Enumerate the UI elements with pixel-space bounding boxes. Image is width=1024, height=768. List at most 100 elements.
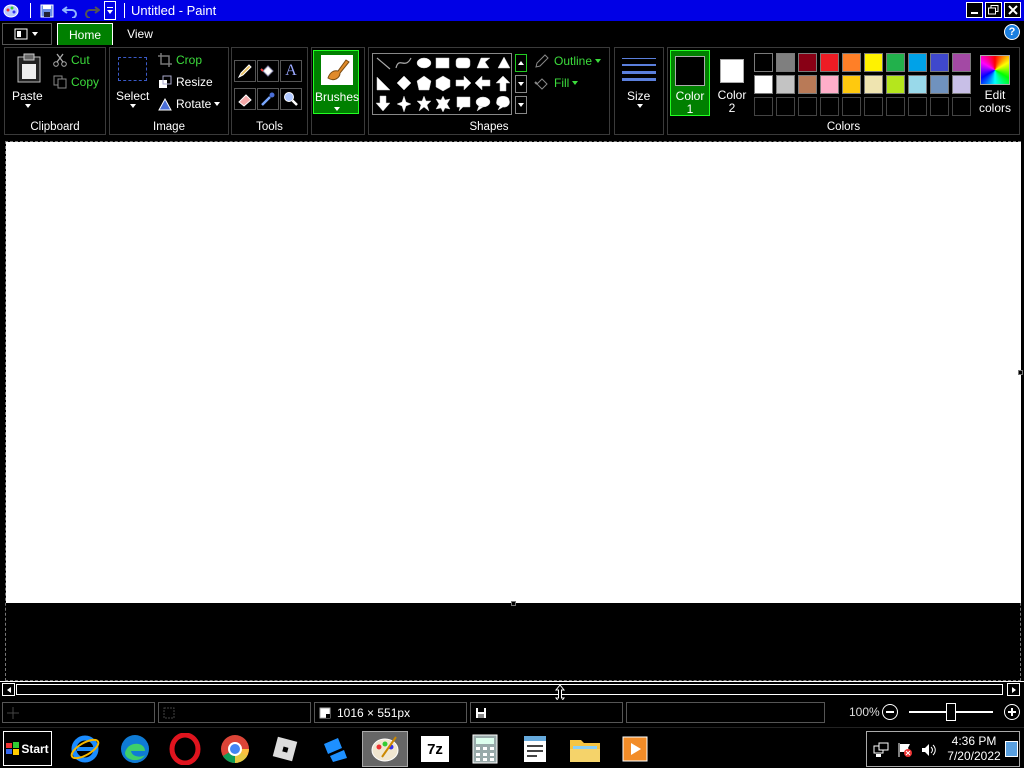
save-icon[interactable]: [38, 2, 56, 19]
fill-button[interactable]: Fill: [534, 76, 579, 90]
palette-swatch[interactable]: [798, 53, 817, 72]
restore-button[interactable]: [985, 2, 1002, 18]
zoom-out-button[interactable]: [882, 704, 898, 720]
close-button[interactable]: [1004, 2, 1021, 18]
magnifier-tool[interactable]: [280, 88, 302, 110]
text-tool[interactable]: A: [280, 60, 302, 82]
palette-swatch[interactable]: [952, 53, 971, 72]
zoom-in-button[interactable]: [1004, 704, 1020, 720]
palette-swatch[interactable]: [820, 97, 839, 116]
copy-button[interactable]: Copy: [53, 75, 99, 89]
rotate-dropdown-arrow: [214, 102, 221, 106]
palette-swatch[interactable]: [754, 75, 773, 94]
palette-swatch[interactable]: [886, 53, 905, 72]
palette-swatch[interactable]: [886, 97, 905, 116]
color1-button[interactable]: Color 1: [670, 50, 710, 116]
taskbar-calculator[interactable]: [466, 731, 504, 767]
paste-button[interactable]: Paste: [8, 50, 48, 112]
paint-app-icon[interactable]: [2, 2, 20, 19]
palette-swatch[interactable]: [798, 97, 817, 116]
palette-swatch[interactable]: [886, 75, 905, 94]
taskbar-roblox[interactable]: [266, 731, 304, 767]
palette-swatch[interactable]: [820, 75, 839, 94]
outline-dropdown-arrow: [595, 59, 602, 63]
palette-swatch[interactable]: [952, 97, 971, 116]
volume-icon[interactable]: [921, 742, 937, 758]
palette-swatch[interactable]: [930, 97, 949, 116]
palette-swatch[interactable]: [864, 53, 883, 72]
taskbar-paint-active[interactable]: [362, 731, 408, 767]
shapes-gallery: [372, 53, 512, 115]
scroll-left-button[interactable]: [2, 683, 15, 696]
brushes-button[interactable]: Brushes: [313, 50, 359, 114]
taskbar-file-explorer[interactable]: [566, 731, 604, 767]
scroll-right-button[interactable]: [1007, 683, 1020, 696]
taskbar-notepad[interactable]: [516, 731, 554, 767]
scroll-thumb[interactable]: [16, 684, 1003, 695]
resize-button[interactable]: Resize: [158, 75, 213, 89]
palette-swatch[interactable]: [908, 53, 927, 72]
roblox-icon: [272, 736, 298, 762]
palette-swatch[interactable]: [776, 53, 795, 72]
eraser-tool[interactable]: [234, 88, 256, 110]
undo-icon[interactable]: [61, 2, 79, 19]
drawing-canvas[interactable]: [6, 142, 1021, 603]
palette-swatch[interactable]: [952, 75, 971, 94]
palette-swatch[interactable]: [842, 53, 861, 72]
network-icon[interactable]: [873, 742, 889, 758]
palette-swatch[interactable]: [754, 97, 773, 116]
customize-quick-access-icon[interactable]: [104, 1, 116, 20]
tab-view[interactable]: View: [117, 23, 163, 45]
select-button[interactable]: Select: [113, 50, 153, 112]
show-desktop-button[interactable]: [1005, 741, 1018, 757]
palette-swatch[interactable]: [798, 75, 817, 94]
palette-swatch[interactable]: [842, 75, 861, 94]
outline-button[interactable]: Outline: [534, 54, 602, 68]
taskbar-chrome[interactable]: [216, 731, 254, 767]
taskbar-internet-explorer[interactable]: [66, 731, 104, 767]
crop-button[interactable]: Crop: [158, 53, 202, 67]
taskbar-edge[interactable]: [116, 731, 154, 767]
horizontal-scrollbar[interactable]: [0, 681, 1024, 697]
start-button[interactable]: Start: [3, 731, 52, 766]
fill-tool[interactable]: [257, 60, 279, 82]
palette-swatch[interactable]: [908, 97, 927, 116]
palette-swatch[interactable]: [908, 75, 927, 94]
palette-swatch[interactable]: [754, 53, 773, 72]
zoom-slider-thumb[interactable]: [946, 703, 956, 721]
tab-home[interactable]: Home: [57, 23, 113, 45]
palette-swatch[interactable]: [776, 97, 795, 116]
zoom-slider-track[interactable]: [909, 703, 993, 721]
redo-icon[interactable]: [83, 2, 101, 19]
7zip-icon: 7z: [421, 736, 449, 762]
color2-button[interactable]: Color 2: [713, 50, 751, 116]
minimize-button[interactable]: [966, 2, 983, 18]
canvas-resize-handle-bottom[interactable]: [511, 601, 516, 606]
size-button[interactable]: Size: [618, 50, 660, 114]
palette-swatch[interactable]: [776, 75, 795, 94]
taskbar-7zip[interactable]: 7z: [416, 731, 454, 767]
palette-swatch[interactable]: [864, 75, 883, 94]
color-picker-tool[interactable]: [257, 88, 279, 110]
shapes-scroll-down-button[interactable]: [515, 75, 527, 93]
palette-swatch[interactable]: [930, 53, 949, 72]
canvas-resize-handle-right[interactable]: [1018, 370, 1023, 375]
rotate-button[interactable]: Rotate: [158, 97, 221, 111]
brushes-dropdown-arrow: [334, 107, 340, 111]
clock[interactable]: 4:36 PM 7/20/2022: [947, 734, 1001, 764]
help-icon[interactable]: ?: [1004, 24, 1020, 40]
shapes-scroll-up-button[interactable]: [515, 54, 527, 72]
taskbar-opera[interactable]: [166, 731, 204, 767]
palette-swatch[interactable]: [864, 97, 883, 116]
palette-swatch[interactable]: [842, 97, 861, 116]
taskbar-roblox-studio[interactable]: [316, 731, 354, 767]
file-menu-button[interactable]: [2, 23, 52, 45]
edit-colors-button[interactable]: Edit colors: [973, 50, 1017, 116]
palette-swatch[interactable]: [820, 53, 839, 72]
pencil-tool[interactable]: [234, 60, 256, 82]
palette-swatch[interactable]: [930, 75, 949, 94]
action-center-flag-icon[interactable]: [897, 742, 913, 758]
cut-button[interactable]: Cut: [53, 53, 90, 67]
taskbar-media-player[interactable]: [616, 731, 654, 767]
shapes-expand-button[interactable]: [515, 96, 527, 114]
